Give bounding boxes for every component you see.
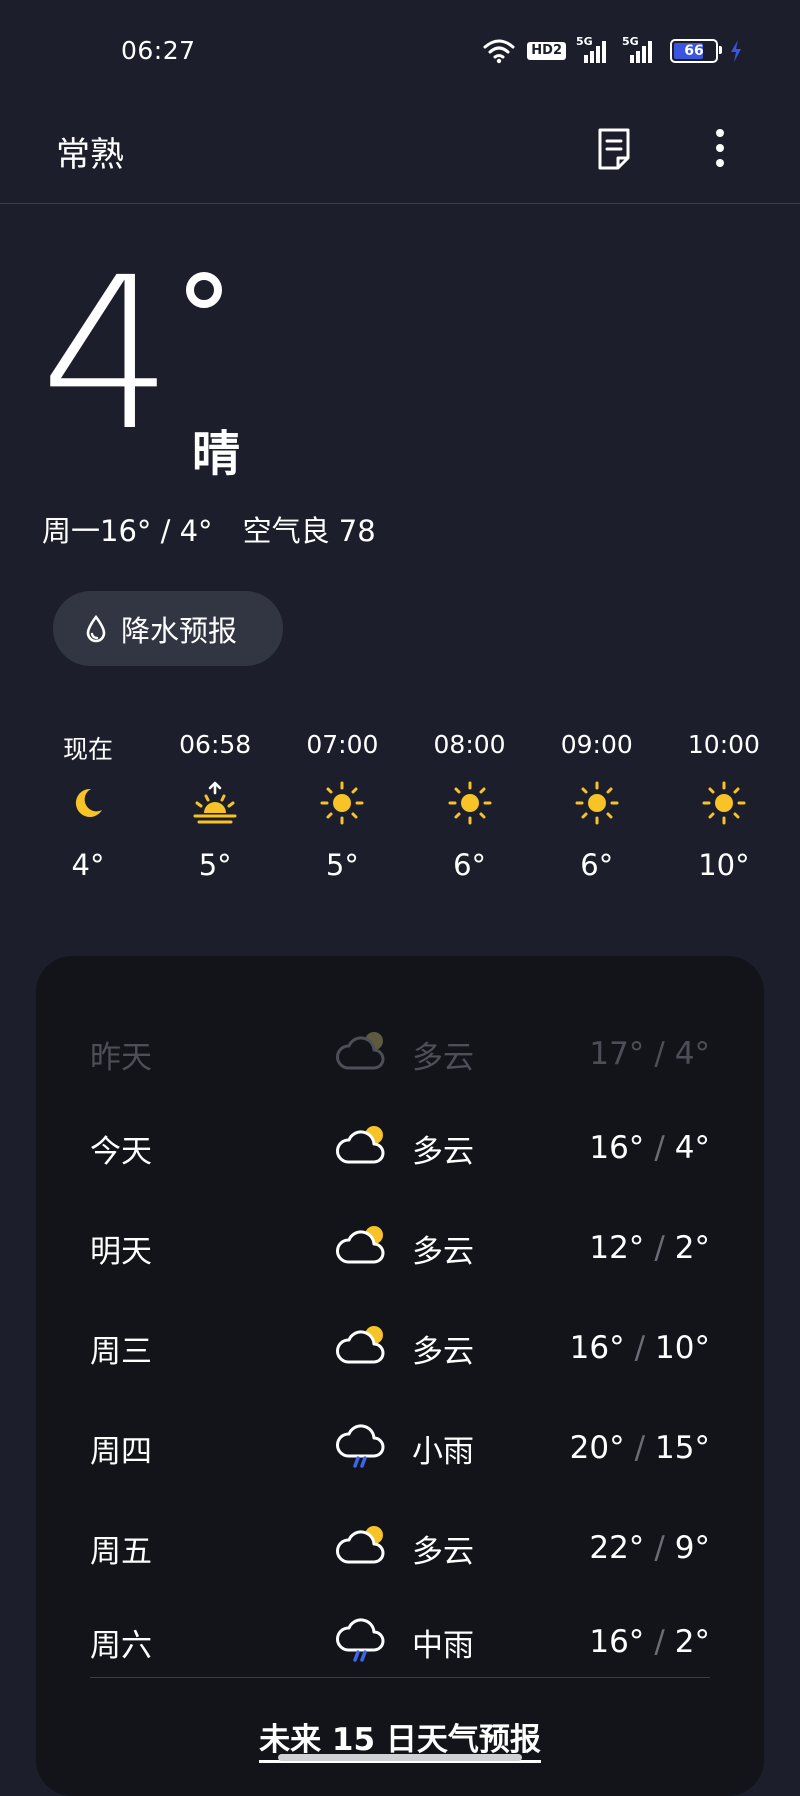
raindrop-icon	[86, 614, 106, 642]
precipitation-forecast-button[interactable]: 降水预报	[53, 591, 283, 666]
air-quality[interactable]: 空气良 78	[243, 508, 376, 550]
sun-icon	[448, 781, 492, 825]
home-indicator[interactable]	[278, 1754, 522, 1761]
sun-icon	[320, 781, 364, 825]
card-divider	[90, 1677, 710, 1678]
hour-item: 10:00 10°	[687, 730, 760, 882]
current-condition: 晴	[192, 426, 241, 482]
signal-icon-2: 5G	[622, 35, 658, 63]
city-name[interactable]: 常熟	[56, 127, 124, 176]
battery-icon: 66	[670, 39, 722, 63]
rain-icon	[336, 1424, 385, 1468]
header-divider	[0, 203, 800, 204]
hourly-forecast[interactable]: 现在 4° 06:58 5° 07:00 5° 08:00 6° 09:00 6…	[28, 730, 784, 882]
day-row-thursday[interactable]: 周四 小雨 20°/15°	[36, 1418, 764, 1478]
hour-item: 06:58 5°	[179, 730, 252, 882]
sunrise-icon	[193, 781, 237, 824]
day-row-wednesday[interactable]: 周三 多云 16°/10°	[36, 1318, 764, 1378]
degree-symbol	[186, 272, 222, 308]
charging-icon	[731, 40, 741, 62]
precipitation-label: 降水预报	[121, 613, 238, 648]
status-time: 06:27	[121, 36, 196, 65]
day-row-yesterday[interactable]: 昨天 多云 17°/4°	[36, 1024, 764, 1084]
day-row-saturday[interactable]: 周六 中雨 16°/2°	[36, 1612, 764, 1672]
hour-item: 07:00 5°	[306, 730, 379, 882]
day-range: 周一16° / 4°	[42, 514, 213, 548]
today-summary: 周一16° / 4° 空气良 78	[42, 508, 376, 550]
15-day-forecast-link[interactable]: 未来 15 日天气预报	[36, 1714, 764, 1763]
hour-item: 现在 4°	[62, 735, 113, 882]
sun-icon	[702, 781, 746, 825]
sun-icon	[575, 781, 619, 825]
signal-icon: 5G	[576, 35, 612, 63]
current-temperature: 4	[40, 232, 174, 477]
partly-cloudy-icon	[336, 1126, 385, 1164]
daily-forecast-card: 昨天 多云 17°/4° 今天 多云 16°/4° 明天 多云 12°/2° 周…	[36, 956, 764, 1796]
partly-cloudy-icon	[336, 1526, 385, 1564]
moon-icon	[75, 788, 102, 817]
wifi-icon	[483, 39, 515, 64]
more-menu-icon[interactable]	[712, 128, 728, 168]
partly-cloudy-icon	[336, 1226, 385, 1264]
document-icon[interactable]	[594, 127, 634, 171]
rain-icon	[336, 1618, 385, 1662]
day-row-tomorrow[interactable]: 明天 多云 12°/2°	[36, 1218, 764, 1278]
hd-badge: HD2	[527, 42, 566, 60]
hour-item: 08:00 6°	[433, 730, 506, 882]
hour-item: 09:00 6°	[560, 730, 633, 882]
day-row-friday[interactable]: 周五 多云 22°/9°	[36, 1518, 764, 1578]
partly-cloudy-icon	[336, 1326, 385, 1364]
day-row-today[interactable]: 今天 多云 16°/4°	[36, 1118, 764, 1178]
status-icons: HD2 5G 5G 66	[483, 35, 742, 66]
partly-cloudy-icon	[336, 1032, 385, 1070]
